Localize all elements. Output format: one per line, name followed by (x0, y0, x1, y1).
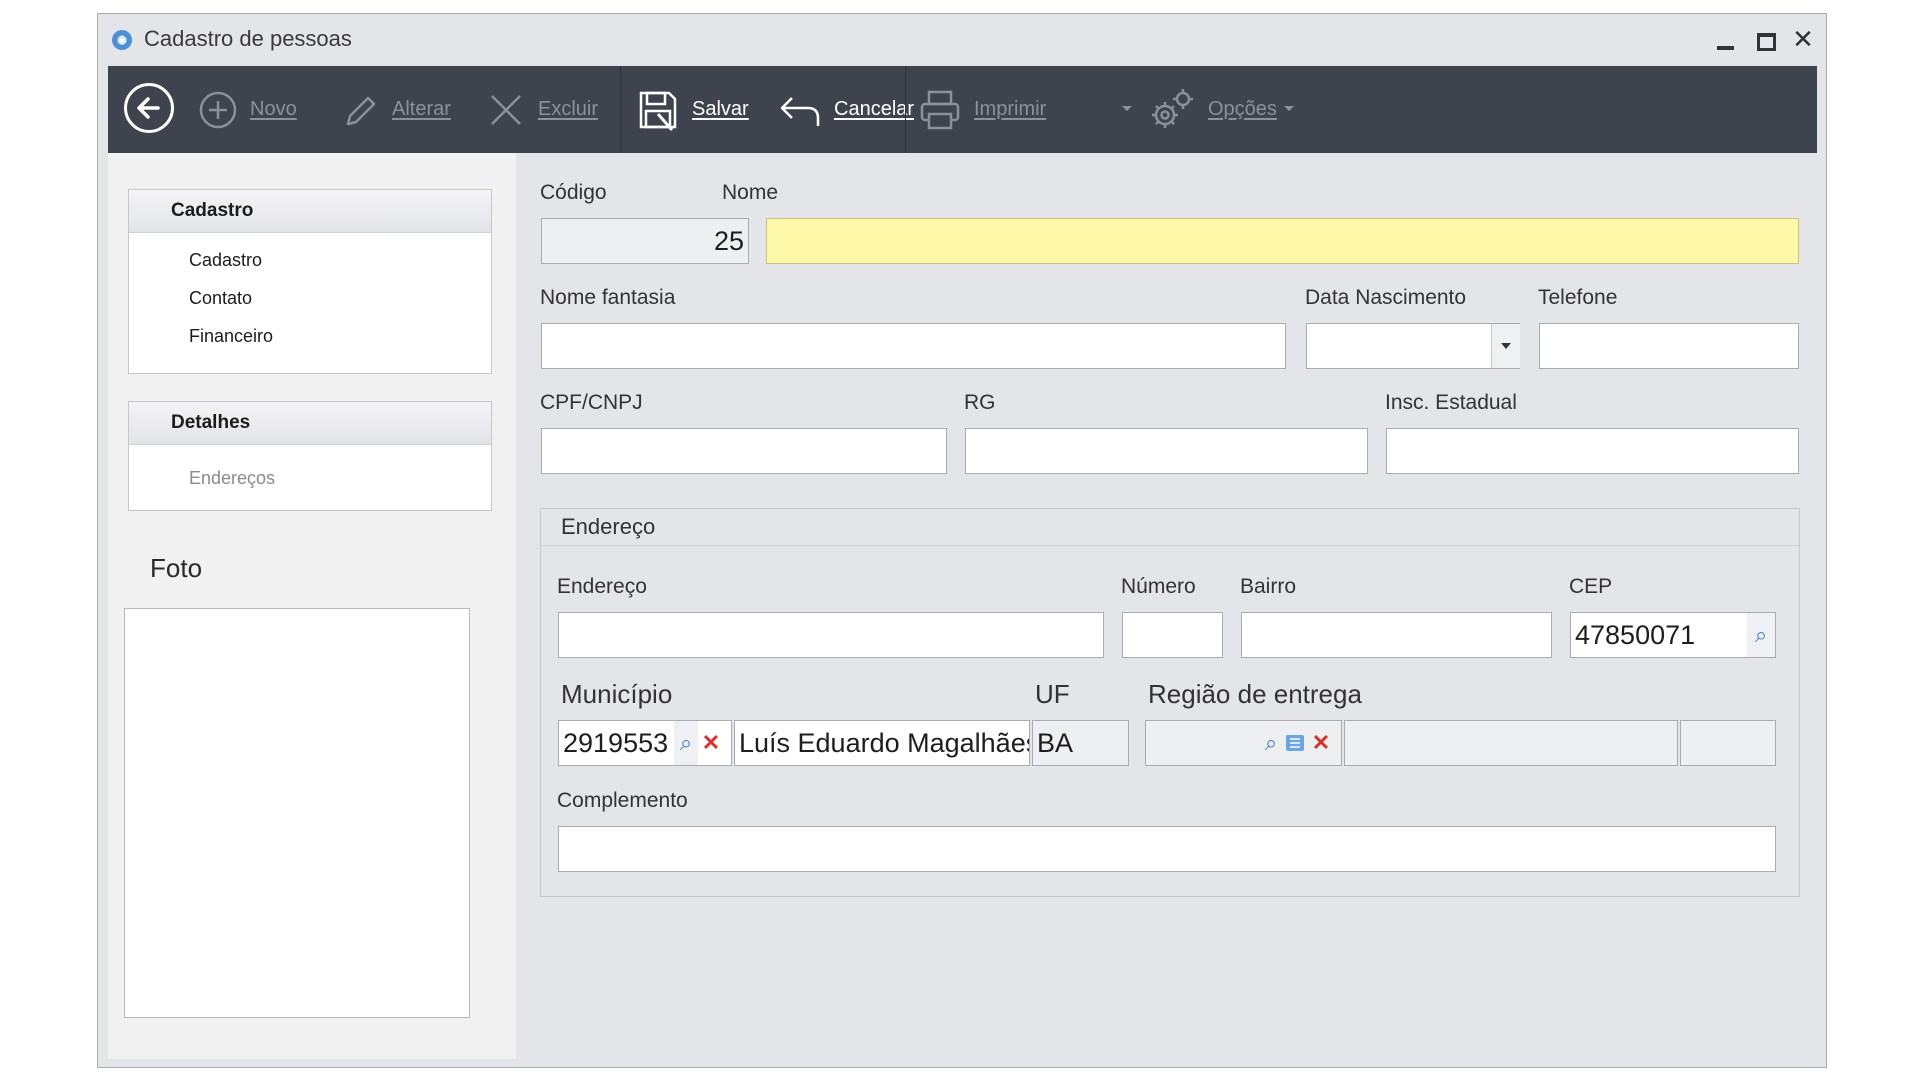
left-panel: Cadastro Cadastro Contato Financeiro Det… (108, 153, 516, 1059)
toolbar: Novo Alterar Excluir Salvar Cancelar Imp… (108, 66, 1817, 153)
alterar-button[interactable]: Alterar (340, 66, 451, 153)
gears-icon (1152, 88, 1193, 128)
complemento-field[interactable] (558, 826, 1776, 872)
bairro-field[interactable] (1241, 612, 1552, 658)
toolbar-separator (620, 66, 621, 153)
save-disk-icon (639, 91, 677, 131)
rg-field[interactable] (965, 428, 1368, 474)
uf-field[interactable]: BA (1032, 720, 1129, 766)
insc-estadual-label: Insc. Estadual (1385, 391, 1517, 414)
imprimir-dropdown-arrow-icon[interactable] (1122, 106, 1132, 111)
photo-box[interactable] (124, 608, 470, 1018)
app-logo-icon: ◉ (112, 30, 132, 50)
printer-icon (920, 90, 960, 129)
date-dropdown-button[interactable] (1491, 324, 1520, 368)
back-button[interactable] (124, 83, 174, 133)
data-nascimento-label: Data Nascimento (1305, 286, 1467, 309)
novo-button[interactable]: Novo (198, 66, 297, 153)
complemento-label: Complemento (557, 789, 688, 812)
regiao-entrega-label: Região de entrega (1148, 679, 1362, 709)
telefone-field[interactable] (1539, 323, 1799, 369)
chevron-down-icon (1501, 343, 1511, 349)
endereco-label: Endereço (557, 575, 647, 598)
minimize-button[interactable] (1710, 24, 1740, 54)
insc-estadual-field[interactable] (1386, 428, 1799, 474)
alterar-label: Alterar (392, 98, 451, 120)
rg-label: RG (964, 391, 996, 414)
imprimir-label: Imprimir (974, 98, 1047, 120)
nav-group-header[interactable]: Detalhes (129, 402, 491, 445)
nav-item-enderecos[interactable]: Endereços (129, 459, 491, 497)
regiao-clear-icon[interactable]: ✕ (1309, 721, 1333, 765)
municipio-name-field[interactable]: Luís Eduardo Magalhães (734, 720, 1030, 766)
nome-label: Nome (722, 181, 779, 204)
cep-search-icon[interactable]: ⌕ (1747, 613, 1775, 657)
nav-item-contato[interactable]: Contato (129, 279, 491, 317)
cpf-cnpj-label: CPF/CNPJ (540, 391, 643, 414)
telefone-label: Telefone (1538, 286, 1618, 309)
salvar-button[interactable]: Salvar (636, 66, 749, 153)
opcoes-dropdown-arrow-icon[interactable] (1284, 106, 1294, 111)
nav-item-cadastro[interactable]: Cadastro (129, 241, 491, 279)
app-window: ◉ Cadastro de pessoas ✕ Novo Alterar Exc… (97, 13, 1827, 1068)
codigo-field[interactable]: 25 (541, 218, 749, 264)
plus-circle-icon (199, 91, 237, 128)
opcoes-label: Opções (1208, 98, 1277, 120)
nome-field[interactable] (766, 218, 1799, 264)
codigo-label: Código (540, 181, 607, 204)
data-nascimento-field[interactable] (1306, 323, 1520, 369)
toolbar-separator (905, 66, 906, 153)
regiao-description-field[interactable] (1344, 720, 1678, 766)
imprimir-button[interactable]: Imprimir (918, 66, 1046, 153)
municipio-label: Município (561, 679, 673, 709)
nav-group-detalhes: Detalhes Endereços (128, 401, 492, 511)
regiao-search-icon[interactable]: ⌕ (1259, 721, 1283, 765)
regiao-extra-field[interactable] (1680, 720, 1776, 766)
regiao-list-icon[interactable] (1283, 721, 1307, 765)
salvar-label: Salvar (692, 98, 749, 120)
nome-fantasia-field[interactable] (541, 323, 1286, 369)
municipio-clear-icon[interactable]: ✕ (699, 721, 723, 765)
novo-label: Novo (250, 98, 297, 120)
uf-label: UF (1035, 679, 1070, 709)
municipio-search-icon[interactable]: ⌕ (674, 721, 698, 765)
cancelar-button[interactable]: Cancelar (778, 66, 914, 153)
title-bar: ◉ Cadastro de pessoas ✕ (98, 14, 1826, 64)
bairro-label: Bairro (1240, 575, 1297, 598)
form-panel: Código 25 Nome Nome fantasia Data Nascim… (516, 153, 1817, 1059)
cep-label: CEP (1569, 575, 1613, 598)
pencil-icon (346, 96, 376, 125)
list-icon (1286, 735, 1304, 751)
cpf-cnpj-field[interactable] (541, 428, 947, 474)
nav-group-cadastro: Cadastro Cadastro Contato Financeiro (128, 189, 492, 374)
arrow-left-icon (137, 97, 160, 119)
nav-item-financeiro[interactable]: Financeiro (129, 317, 491, 355)
close-button[interactable]: ✕ (1788, 24, 1818, 54)
nav-group-header[interactable]: Cadastro (129, 190, 491, 233)
maximize-button[interactable] (1750, 24, 1780, 54)
endereco-group: Endereço Endereço Número Bairro CEP 4785… (540, 508, 1800, 897)
endereco-group-title: Endereço (541, 509, 1799, 546)
excluir-button[interactable]: Excluir (486, 66, 598, 153)
x-delete-icon (491, 94, 521, 125)
window-title: Cadastro de pessoas (144, 26, 352, 51)
numero-field[interactable] (1122, 612, 1223, 658)
numero-label: Número (1121, 575, 1196, 598)
cancelar-label: Cancelar (834, 98, 915, 120)
cep-field[interactable]: 47850071 (1570, 612, 1776, 658)
excluir-label: Excluir (538, 98, 599, 120)
endereco-field[interactable] (558, 612, 1104, 658)
foto-label: Foto (150, 553, 203, 583)
nome-fantasia-label: Nome fantasia (540, 286, 676, 309)
undo-arrow-icon (780, 96, 820, 126)
opcoes-button[interactable]: Opções (1148, 66, 1277, 153)
